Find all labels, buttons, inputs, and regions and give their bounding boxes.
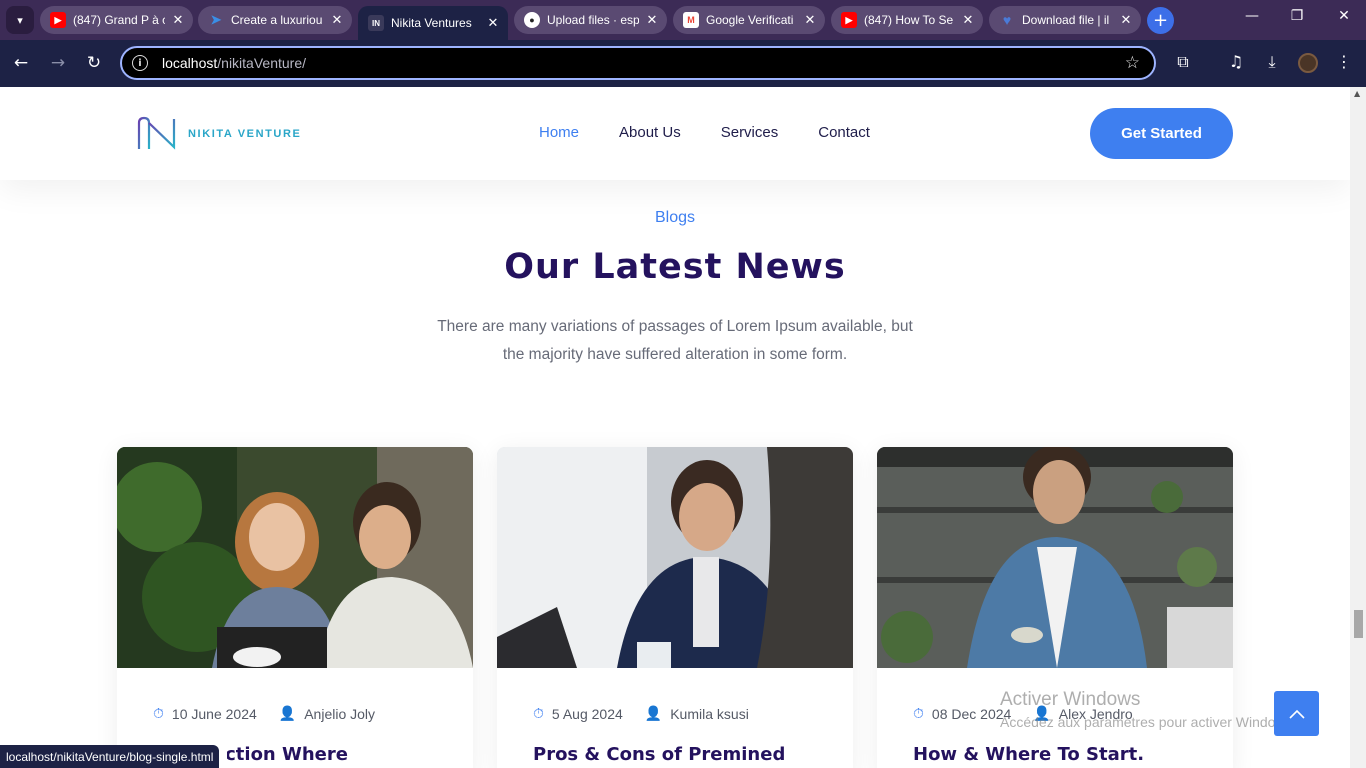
stopwatch-icon: ⏱ [153, 705, 164, 721]
blog-card-title[interactable]: Pros & Cons of Premined [533, 744, 785, 765]
bird-icon: ➤ [210, 12, 222, 27]
tab-title: Download file | il [1022, 13, 1110, 27]
tab-title: Nikita Ventures [391, 16, 472, 30]
status-bar-url: localhost/nikitaVenture/blog-single.html [0, 745, 220, 768]
blog-card-author: Anjelio Joly [304, 705, 376, 722]
page-scrollbar[interactable]: ▲ [1350, 87, 1366, 768]
youtube-icon: ▶ [50, 12, 66, 28]
extensions-icon[interactable]: ⧉ [1172, 52, 1194, 72]
maximize-icon[interactable]: ❐ [1285, 8, 1309, 24]
close-window-icon[interactable]: ✕ [1332, 8, 1356, 24]
tab-title: (847) Grand P à c [73, 13, 165, 27]
chevron-up-icon [1288, 709, 1305, 719]
bookmark-star-icon[interactable]: ☆ [1125, 53, 1140, 73]
blog-card-image[interactable] [497, 447, 853, 668]
blog-card-date: 5 Aug 2024 [551, 705, 623, 722]
tab-nikita-ventures[interactable]: IN Nikita Ventures ✕ [358, 6, 508, 40]
lead-line-2: the majority have suffered alteration in… [502, 346, 848, 363]
blog-card-date: 10 June 2024 [171, 705, 257, 722]
scroll-up-icon[interactable]: ▲ [1354, 89, 1360, 98]
minimize-icon[interactable]: — [1240, 8, 1264, 24]
nav-services[interactable]: Services [721, 124, 779, 141]
page-viewport: NIKITA VENTURE Home About Us Services Co… [0, 87, 1350, 768]
close-icon[interactable]: ✕ [959, 11, 977, 29]
url-text: localhost/nikitaVenture/ [162, 55, 306, 71]
blog-card-meta: ⏱ 10 June 2024 👤 Anjelio Joly [153, 705, 375, 722]
close-icon[interactable]: ✕ [801, 11, 819, 29]
blog-card-meta: ⏱ 5 Aug 2024 👤 Kumila ksusi [533, 705, 749, 722]
tab-search-button[interactable]: ▾ [6, 6, 34, 34]
blog-card-image[interactable] [117, 447, 473, 668]
blog-card[interactable]: ⏱ 5 Aug 2024 👤 Kumila ksusi Pros & Cons … [497, 447, 853, 768]
tab-title: Upload files · esp [547, 13, 639, 27]
tab-youtube-grand[interactable]: ▶ (847) Grand P à c ✕ [40, 6, 193, 34]
profile-avatar[interactable] [1298, 53, 1318, 73]
site-header: NIKITA VENTURE Home About Us Services Co… [0, 87, 1350, 180]
site-info-icon[interactable]: i [132, 55, 148, 71]
address-bar[interactable]: i localhost/nikitaVenture/ ☆ [120, 46, 1156, 80]
nav-contact[interactable]: Contact [818, 124, 870, 141]
tab-title: (847) How To Se [864, 13, 954, 27]
main-nav: Home About Us Services Contact [539, 124, 870, 141]
get-started-button[interactable]: Get Started [1090, 108, 1233, 159]
downloads-icon[interactable]: ⤓ [1261, 52, 1283, 72]
tab-title: Google Verificati [706, 13, 794, 27]
tab-create-luxurious[interactable]: ➤ Create a luxuriou ✕ [198, 6, 352, 34]
gmail-icon: M [683, 12, 699, 28]
close-icon[interactable]: ✕ [1117, 11, 1135, 29]
tab-title: Create a luxuriou [231, 13, 323, 27]
tab-youtube-howto[interactable]: ▶ (847) How To Se ✕ [831, 6, 983, 34]
close-icon[interactable]: ✕ [484, 14, 502, 32]
site-icon: IN [368, 15, 384, 31]
blog-card-image[interactable] [877, 447, 1233, 668]
blog-card[interactable]: ⏱ 10 June 2024 👤 Anjelio Joly Intersecti… [117, 447, 473, 768]
close-icon[interactable]: ✕ [169, 11, 187, 29]
reload-icon[interactable]: ↻ [83, 52, 105, 74]
section-title: Our Latest News [504, 247, 846, 287]
user-icon: 👤 [644, 705, 663, 721]
browser-toolbar: ← → ↻ i localhost/nikitaVenture/ ☆ ⧉ ♫ ⤓… [0, 40, 1366, 87]
menu-kebab-icon[interactable]: ⋮ [1333, 52, 1355, 71]
tab-strip: ▾ ▶ (847) Grand P à c ✕ ➤ Create a luxur… [0, 0, 1366, 40]
tab-gmail-verification[interactable]: M Google Verificati ✕ [673, 6, 825, 34]
tab-download-file[interactable]: ♥ Download file | il ✕ [989, 6, 1141, 34]
section-eyebrow: Blogs [654, 209, 696, 226]
youtube-icon: ▶ [841, 12, 857, 28]
user-icon: 👤 [278, 705, 297, 721]
url-path: /nikitaVenture/ [217, 55, 306, 71]
close-icon[interactable]: ✕ [328, 11, 346, 29]
logo-mark-icon [137, 116, 176, 150]
media-control-icon[interactable]: ♫ [1225, 52, 1247, 71]
section-lead: There are many variations of passages of… [400, 313, 950, 369]
logo-text: NIKITA VENTURE [188, 128, 302, 140]
stopwatch-icon: ⏱ [533, 705, 544, 721]
scroll-to-top-button[interactable] [1274, 691, 1319, 736]
scrollbar-thumb[interactable] [1354, 610, 1363, 638]
forward-icon[interactable]: → [47, 52, 69, 74]
blog-card-author: Kumila ksusi [670, 705, 749, 722]
new-tab-button[interactable]: + [1147, 7, 1174, 34]
url-host: localhost [162, 55, 218, 71]
heart-icon: ♥ [1002, 12, 1012, 28]
back-icon[interactable]: ← [10, 52, 32, 74]
stopwatch-icon: ⏱ [913, 705, 924, 721]
tab-github-upload[interactable]: ● Upload files · esp ✕ [514, 6, 667, 34]
nav-about-us[interactable]: About Us [619, 124, 681, 141]
close-icon[interactable]: ✕ [643, 11, 661, 29]
lead-line-1: There are many variations of passages of… [437, 318, 913, 335]
windows-activation-title: Activer Windows [1000, 689, 1141, 710]
blog-card-title[interactable]: How & Where To Start. [913, 744, 1144, 765]
site-logo[interactable]: NIKITA VENTURE [136, 115, 301, 153]
github-icon: ● [524, 12, 540, 28]
windows-activation-subtitle: Accédez aux paramètres pour activer Wind… [1000, 714, 1297, 730]
nav-home[interactable]: Home [539, 124, 579, 141]
